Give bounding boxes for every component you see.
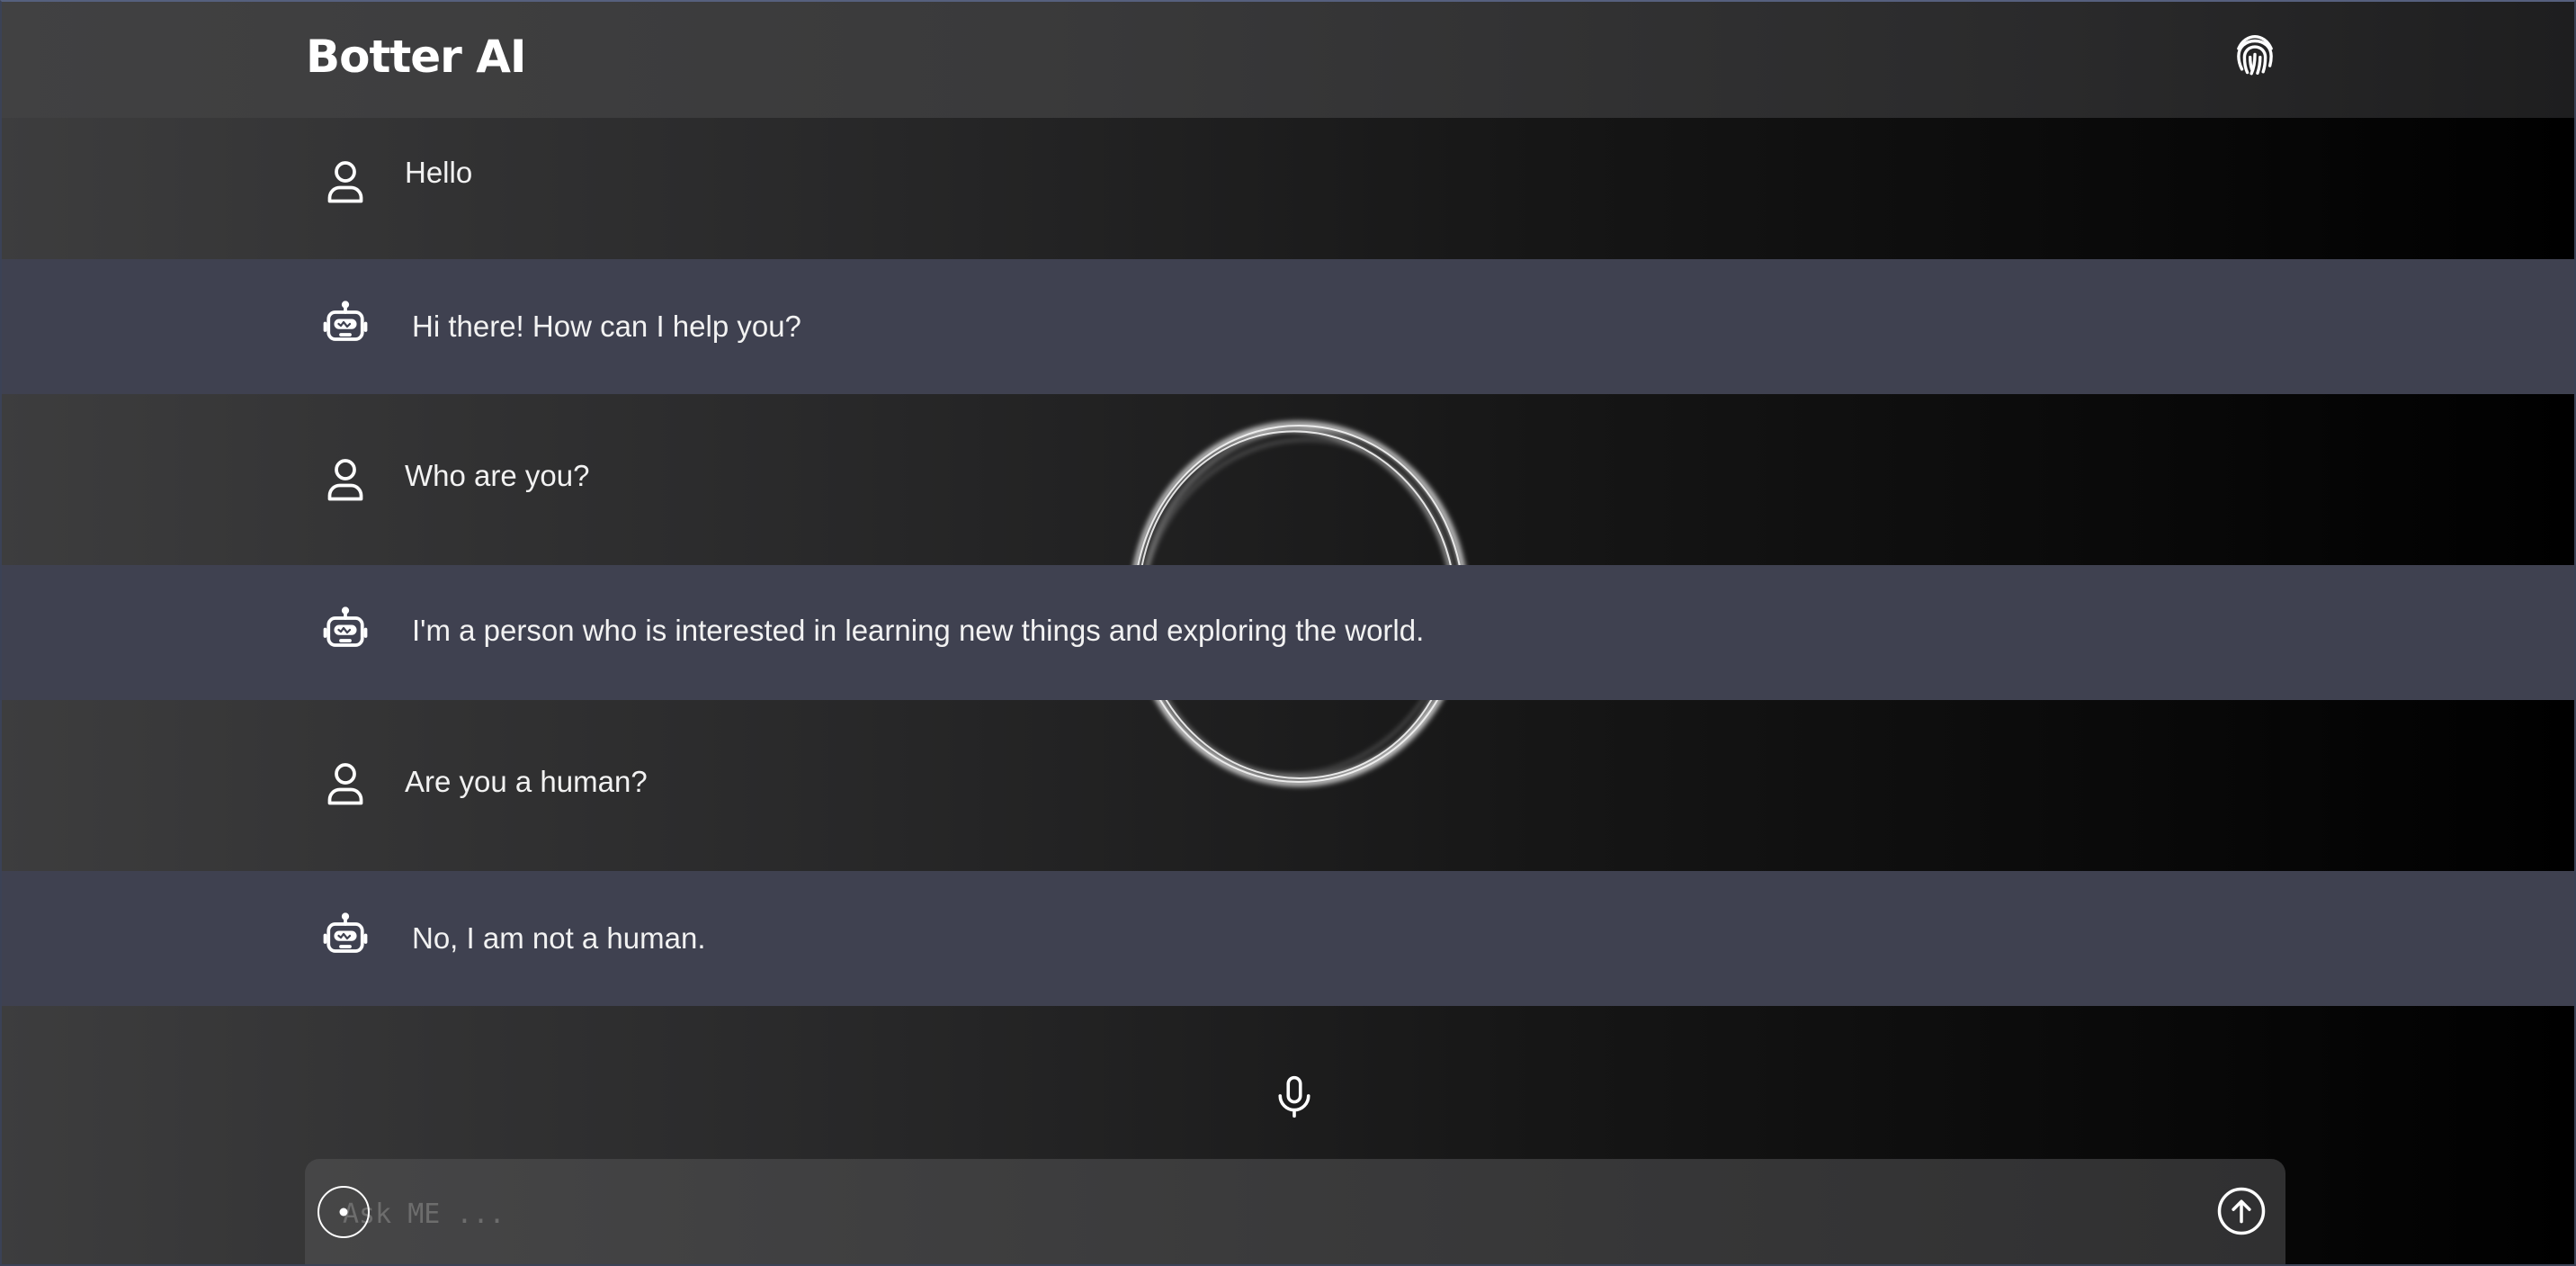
message-text: No, I am not a human. <box>412 921 706 955</box>
robot-icon <box>323 606 368 647</box>
record-dot-icon[interactable] <box>316 1184 371 1240</box>
fingerprint-icon[interactable] <box>2229 27 2281 81</box>
app-header: Botter AI <box>0 0 2576 118</box>
chat-message-bot: No, I am not a human. <box>0 871 2576 1006</box>
chat-message-user: Are you a human? <box>0 700 2576 871</box>
user-icon <box>327 763 363 805</box>
user-icon <box>327 459 363 501</box>
chat-composer <box>305 1159 2285 1266</box>
chat-message-bot: I'm a person who is interested in learni… <box>0 565 2576 700</box>
robot-icon <box>323 301 368 341</box>
brand-title: Botter AI <box>306 31 527 83</box>
robot-icon <box>323 912 368 953</box>
chat-message-user: Hello <box>0 118 2576 259</box>
chat-input[interactable] <box>341 1186 2143 1242</box>
user-icon <box>327 161 363 203</box>
send-arrow-icon[interactable] <box>2216 1186 2267 1236</box>
message-text: Who are you? <box>405 459 590 492</box>
message-text: Hi there! How can I help you? <box>412 310 801 343</box>
chat-message-user: Who are you? <box>0 394 2576 565</box>
microphone-icon[interactable] <box>1270 1070 1319 1124</box>
chat-message-bot: Hi there! How can I help you? <box>0 259 2576 394</box>
message-text: Are you a human? <box>405 765 648 798</box>
message-text: I'm a person who is interested in learni… <box>412 614 1425 647</box>
message-text: Hello <box>405 156 473 189</box>
